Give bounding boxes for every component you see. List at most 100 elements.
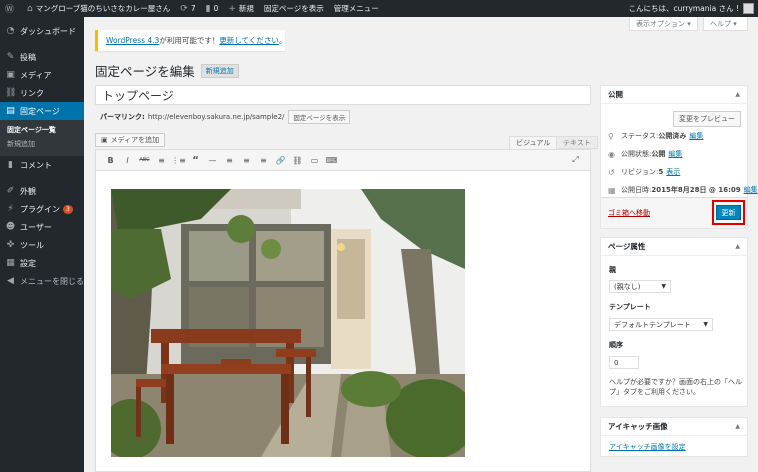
view-page-link[interactable]: 固定ページを表示	[259, 0, 329, 17]
updates-link[interactable]: ⟳ 7	[175, 0, 200, 17]
plugin-icon: ⚡	[7, 204, 14, 214]
numbered-list-icon[interactable]: ⋮≡	[170, 156, 187, 165]
set-featured-image-link[interactable]: アイキャッチ画像を設定	[609, 442, 686, 452]
add-new-button[interactable]: 新規追加	[200, 63, 239, 78]
publish-actions: ゴミ箱へ移動 更新	[601, 197, 747, 228]
screen-options-tab[interactable]: 表示オプション ▾	[629, 17, 698, 31]
template-label: テンプレート	[609, 303, 651, 311]
settings-icon: ▦	[6, 258, 15, 268]
update-now-link[interactable]: 更新してください	[219, 35, 279, 46]
post-title-input[interactable]: トップページ	[95, 85, 591, 105]
edit-visibility-link[interactable]: 編集	[668, 149, 682, 159]
wp-logo[interactable]: Ⓦ	[0, 0, 22, 17]
collapse-menu[interactable]: ◀ メニューを閉じる	[0, 272, 84, 290]
brush-icon: ✐	[6, 186, 15, 196]
featured-image-header[interactable]: アイキャッチ画像 ▲	[601, 418, 747, 436]
comment-icon: ▮	[8, 160, 13, 170]
align-right-icon[interactable]: ≡	[255, 156, 272, 165]
permalink-label: パーマリンク:	[100, 113, 145, 121]
revisions-row: ↺ リビジョン: 5 表示	[608, 167, 681, 177]
fullscreen-icon[interactable]: ⤢	[567, 155, 584, 165]
publish-header[interactable]: 公開 ▲	[601, 86, 747, 104]
collapse-icon: ◀	[7, 276, 14, 286]
publish-box: 公開 ▲ 変更をプレビュー ⚲ ステータス: 公開済み 編集 ◉ 公開状態: 公開 編集 …	[600, 85, 758, 229]
toggle-arrow-icon[interactable]: ▲	[735, 243, 740, 250]
browse-revisions-link[interactable]: 表示	[666, 167, 680, 177]
submenu-all-pages[interactable]: 固定ページ一覧	[0, 123, 84, 137]
permalink-url[interactable]: http://elevenboy.sakura.ne.jp/sample2/	[148, 113, 285, 121]
menu-links[interactable]: ⛓ リンク	[0, 84, 84, 102]
submenu-add-new[interactable]: 新規追加	[0, 137, 84, 151]
view-page-button[interactable]: 固定ページを表示	[288, 110, 351, 124]
align-center-icon[interactable]: ≡	[238, 156, 255, 165]
menu-users[interactable]: ☻ ユーザー	[0, 218, 84, 236]
menu-comments[interactable]: ▮ コメント	[0, 156, 84, 174]
blockquote-icon[interactable]: “	[187, 155, 204, 166]
pin-icon: ✎	[6, 52, 15, 62]
pages-icon: ▤	[6, 106, 15, 116]
strikethrough-icon[interactable]: ABC	[136, 157, 153, 163]
align-left-icon[interactable]: ≡	[221, 156, 238, 165]
avatar	[743, 3, 754, 14]
menu-dashboard[interactable]: ◔ ダッシュボード	[0, 22, 84, 40]
account-area[interactable]: こんにちは、currymania さん !	[629, 3, 758, 14]
italic-icon[interactable]: I	[119, 156, 136, 165]
site-name-link[interactable]: ⌂ マングローブ猫のちいさなカレー屋さん	[22, 0, 175, 17]
preview-changes-button[interactable]: 変更をプレビュー	[673, 111, 741, 127]
calendar-icon: ▦	[608, 185, 616, 195]
update-button-highlight: 更新	[712, 200, 745, 225]
move-to-trash-link[interactable]: ゴミ箱へ移動	[608, 208, 650, 218]
order-label: 順序	[609, 341, 623, 349]
bullet-list-icon[interactable]: ≡	[153, 156, 170, 165]
tab-text[interactable]: テキスト	[556, 136, 598, 149]
parent-label: 親	[609, 266, 616, 274]
update-button[interactable]: 更新	[716, 205, 741, 220]
menu-settings[interactable]: ▦ 設定	[0, 254, 84, 272]
menu-posts[interactable]: ✎ 投稿	[0, 48, 84, 66]
help-text: ヘルプが必要ですか？画面の右上の「ヘルプ」タブをご利用ください。	[609, 378, 742, 396]
update-notice: WordPress 4.3 が利用可能です！ 更新してください 。	[95, 30, 286, 51]
status-row: ⚲ ステータス: 公開済み 編集	[608, 131, 704, 141]
toggle-arrow-icon[interactable]: ▲	[735, 91, 740, 98]
wrench-icon: ✜	[6, 240, 15, 250]
menu-appearance[interactable]: ✐ 外観	[0, 182, 84, 200]
menu-plugins[interactable]: ⚡ プラグイン 3	[0, 200, 84, 218]
order-input[interactable]: 0	[609, 356, 639, 369]
edit-date-link[interactable]: 編集	[744, 185, 758, 195]
parent-select[interactable]: (親なし) ▼	[609, 280, 671, 293]
menu-tools[interactable]: ✜ ツール	[0, 236, 84, 254]
wp-version-link[interactable]: WordPress 4.3	[106, 36, 159, 45]
read-more-icon[interactable]: ▭	[306, 156, 323, 165]
editor-toolbar: B I ABC ≡ ⋮≡ “ — ≡ ≡ ≡ 🔗 ⛓ ▭ ⌨ ⤢	[95, 149, 591, 171]
new-content-link[interactable]: + 新規	[223, 0, 259, 17]
unlink-icon[interactable]: ⛓	[289, 156, 306, 165]
menu-pages[interactable]: ▤ 固定ページ	[0, 102, 84, 120]
tab-visual[interactable]: ビジュアル	[509, 136, 558, 149]
user-icon: ☻	[5, 222, 16, 232]
link-icon: ⛓	[5, 88, 17, 98]
publish-date-row: ▦ 公開日時: 2015年8月28日 @ 16:09 編集	[608, 185, 758, 195]
bold-icon[interactable]: B	[102, 156, 119, 165]
admin-bar: Ⓦ ⌂ マングローブ猫のちいさなカレー屋さん ⟳ 7 ▮ 0 + 新規 固定ページを表示…	[0, 0, 758, 17]
edit-status-link[interactable]: 編集	[689, 131, 703, 141]
comments-link[interactable]: ▮ 0	[201, 0, 224, 17]
eye-icon: ◉	[608, 149, 615, 159]
help-tab[interactable]: ヘルプ ▾	[703, 17, 748, 31]
toolbar-toggle-icon[interactable]: ⌨	[323, 156, 340, 165]
chevron-down-icon: ▼	[703, 321, 708, 328]
page-attributes-header[interactable]: ページ属性 ▲	[601, 238, 747, 256]
toggle-arrow-icon[interactable]: ▲	[735, 423, 740, 430]
comment-icon: ▮	[205, 3, 211, 14]
media-icon: ▣	[101, 136, 108, 144]
page-attributes-box: ページ属性 ▲ 親 (親なし) ▼ テンプレート デフォルトテンプレート ▼ 順序 0…	[600, 237, 748, 407]
revisions-icon: ↺	[608, 167, 615, 177]
editor-content[interactable]	[95, 171, 591, 472]
cafe-terrace-photo[interactable]	[111, 189, 465, 457]
horizontal-rule-icon[interactable]: —	[204, 156, 221, 165]
template-select[interactable]: デフォルトテンプレート ▼	[609, 318, 713, 331]
admin-menu-link[interactable]: 管理メニュー	[329, 0, 384, 17]
page-title: 固定ページを編集 新規追加	[95, 61, 239, 80]
link-icon[interactable]: 🔗	[272, 156, 289, 165]
add-media-button[interactable]: ▣ メディアを追加	[95, 133, 166, 147]
menu-media[interactable]: ▣ メディア	[0, 66, 84, 84]
